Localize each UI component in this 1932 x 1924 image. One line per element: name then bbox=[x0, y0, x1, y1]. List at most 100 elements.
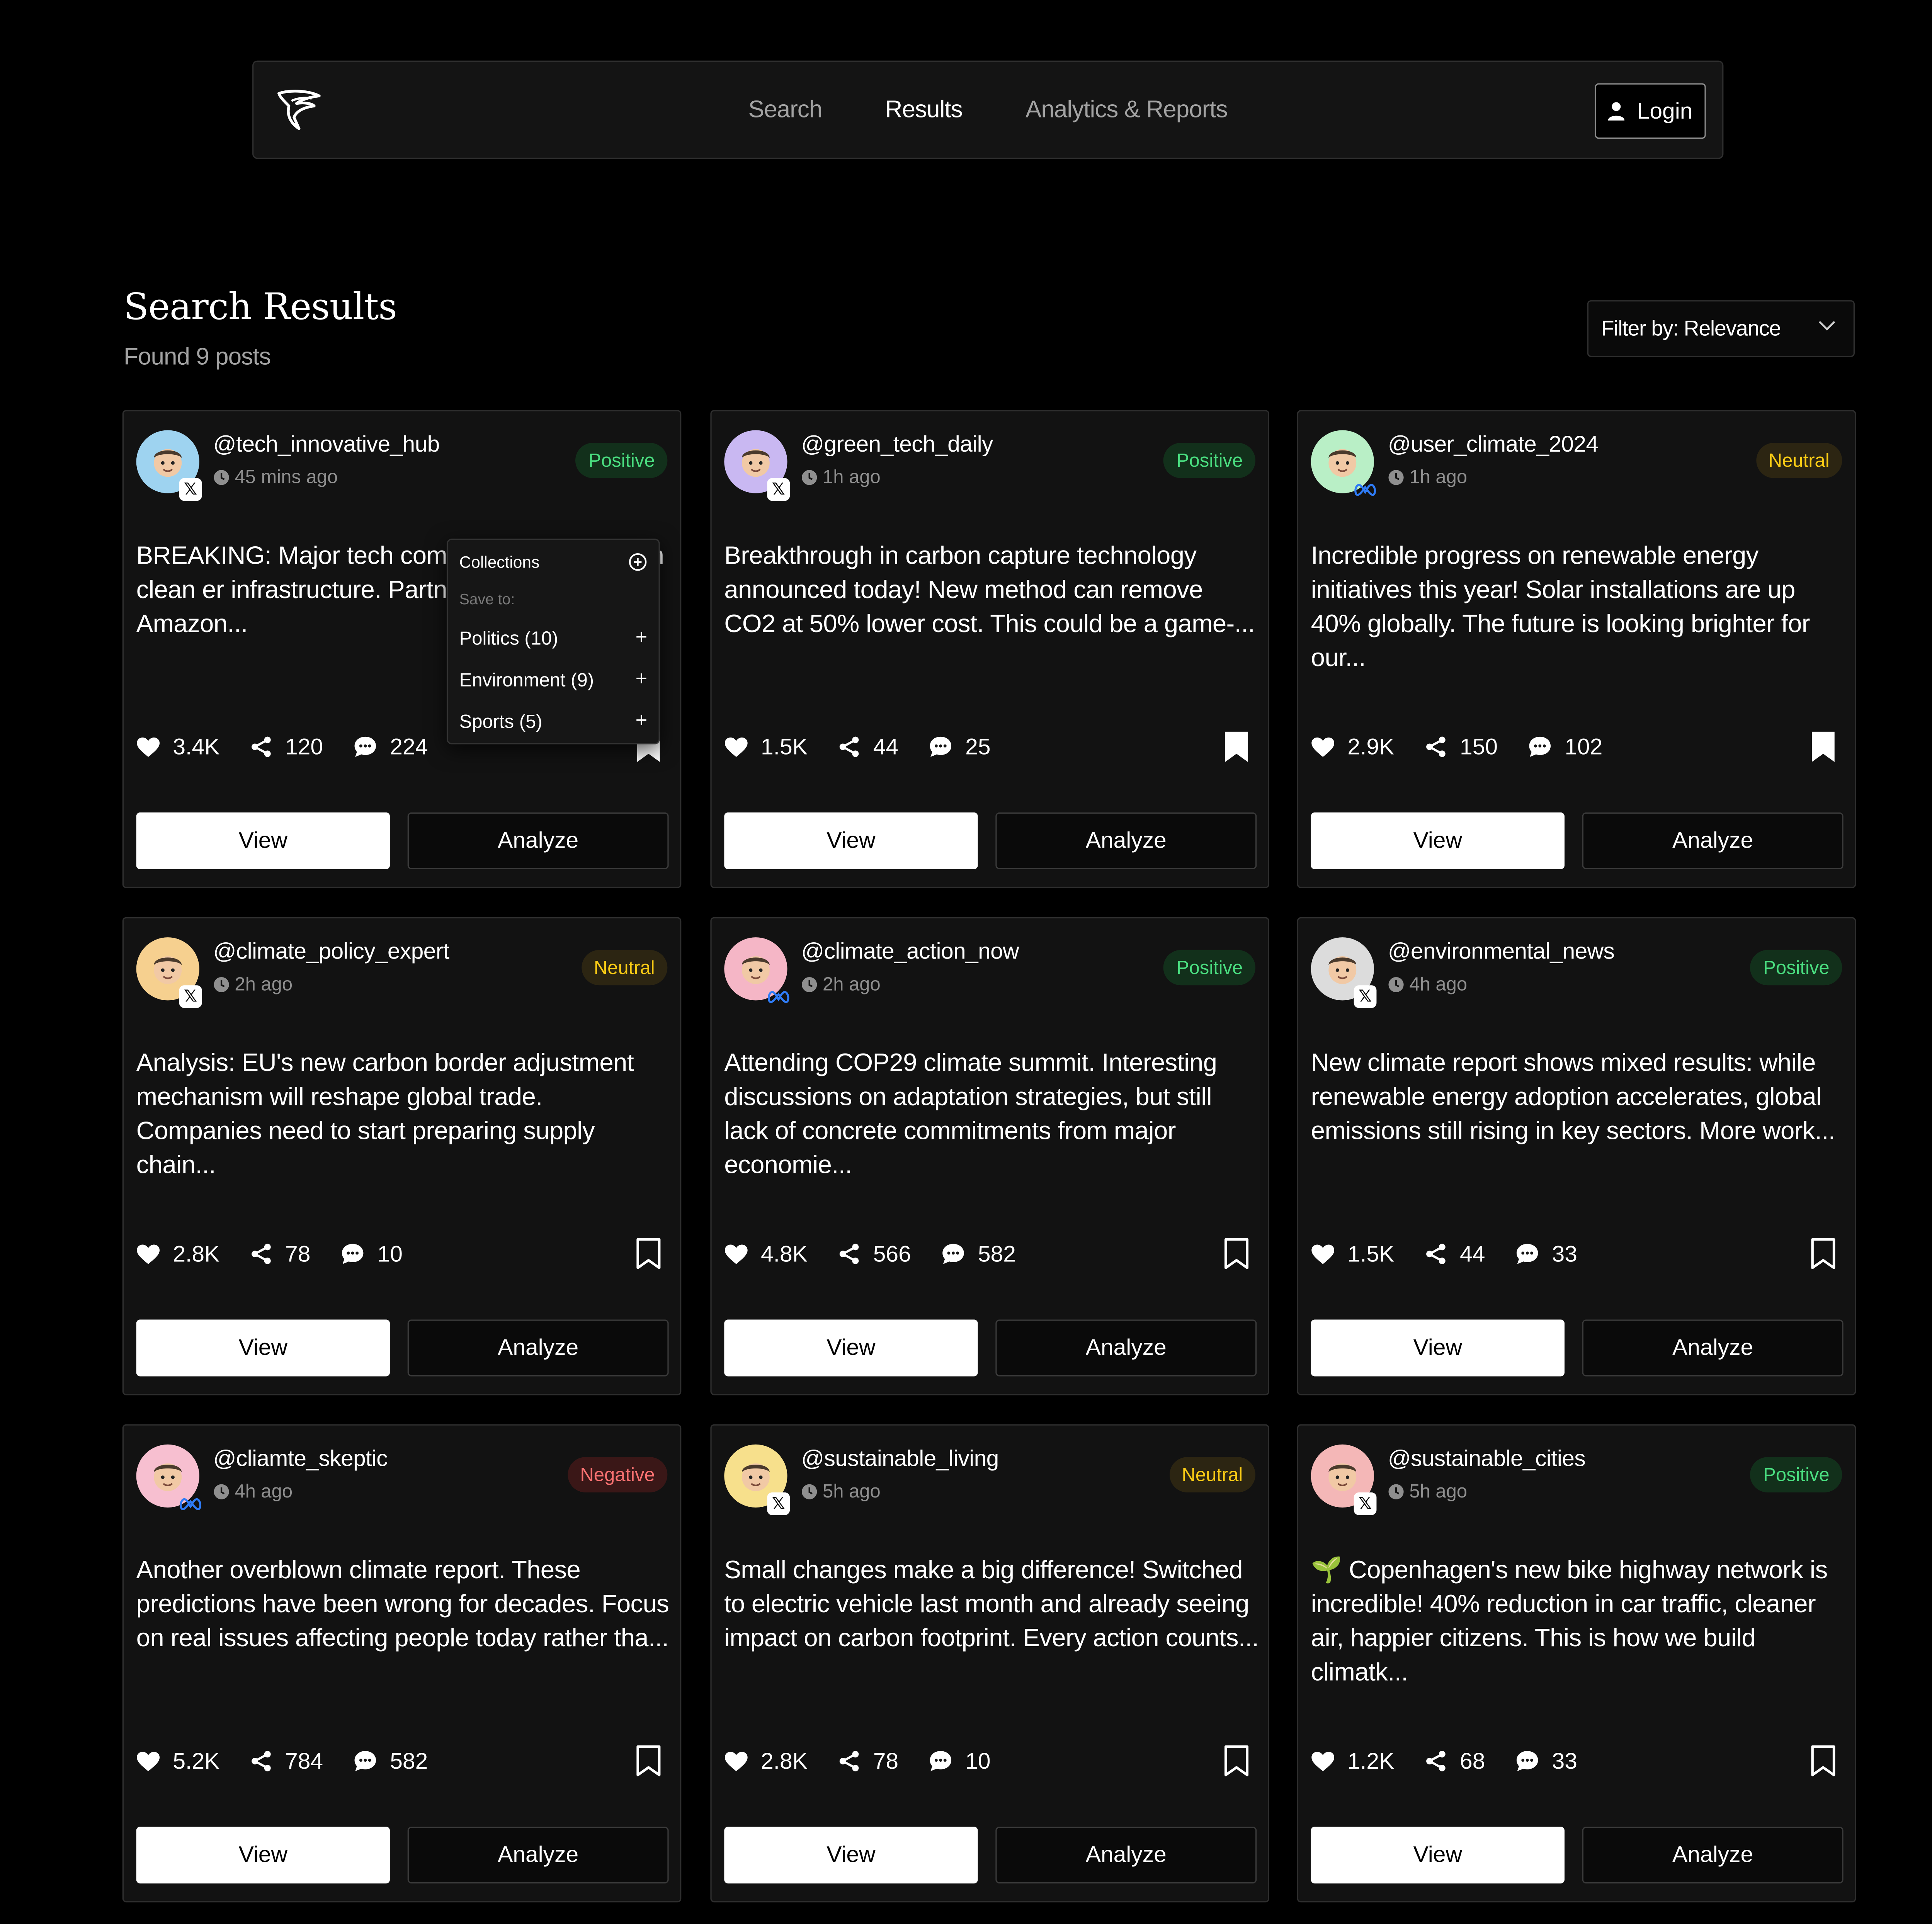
view-button[interactable]: View bbox=[136, 1319, 390, 1377]
share-icon bbox=[252, 1244, 271, 1265]
analyze-button[interactable]: Analyze bbox=[1582, 812, 1844, 869]
app-root: Search Results Analytics & Reports Login… bbox=[0, 0, 1932, 1924]
heart-icon bbox=[724, 1244, 748, 1264]
post-handle[interactable]: @user_climate_2024 bbox=[1388, 432, 1599, 458]
likes-stat: 2.8K bbox=[136, 1241, 219, 1267]
post-handle[interactable]: @climate_policy_expert bbox=[213, 938, 449, 965]
post-stats: 1.2K 68 33 bbox=[1311, 1745, 1608, 1778]
add-collection-icon[interactable] bbox=[628, 552, 647, 571]
analyze-button[interactable]: Analyze bbox=[995, 1827, 1257, 1884]
post-handle[interactable]: @green_tech_daily bbox=[801, 432, 993, 458]
comments-count: 25 bbox=[965, 733, 991, 759]
post-stats: 4.8K 566 582 bbox=[724, 1237, 1046, 1270]
bookmark-icon[interactable] bbox=[1809, 1745, 1837, 1778]
collection-item-label: Politics (10) bbox=[459, 627, 558, 649]
post-time: 5h ago bbox=[1388, 1481, 1467, 1502]
post-handle[interactable]: @cliamte_skeptic bbox=[213, 1446, 388, 1472]
filter-dropdown[interactable]: Filter by: Relevance bbox=[1587, 300, 1855, 357]
comment-icon bbox=[930, 736, 952, 757]
post-card: 𝕏 @climate_policy_expert 2h ago Neutral … bbox=[122, 917, 682, 1395]
user-icon bbox=[1609, 102, 1625, 121]
post-text: New climate report shows mixed results: … bbox=[1311, 1049, 1835, 1146]
results-count: Found 9 posts bbox=[123, 344, 271, 371]
post-time: 1h ago bbox=[801, 467, 881, 488]
analyze-button[interactable]: Analyze bbox=[995, 1319, 1257, 1377]
popup-save-to-label: Save to: bbox=[459, 590, 515, 608]
analyze-button[interactable]: Analyze bbox=[1582, 1827, 1844, 1884]
comment-icon bbox=[354, 1751, 376, 1771]
plus-icon: + bbox=[635, 710, 648, 732]
sentiment-badge: Positive bbox=[1164, 950, 1255, 986]
bookmark-icon[interactable] bbox=[634, 1745, 662, 1778]
post-time: 5h ago bbox=[801, 1481, 881, 1502]
analyze-button[interactable]: Analyze bbox=[1582, 1319, 1844, 1377]
view-button[interactable]: View bbox=[1311, 1319, 1565, 1377]
post-text: Incredible progress on renewable energy … bbox=[1311, 542, 1810, 673]
post-handle[interactable]: @sustainable_cities bbox=[1388, 1446, 1586, 1472]
bookmark-filled-icon[interactable] bbox=[1809, 731, 1837, 763]
heart-icon bbox=[137, 737, 160, 756]
analyze-button[interactable]: Analyze bbox=[407, 812, 669, 869]
view-button[interactable]: View bbox=[724, 1319, 978, 1377]
share-icon bbox=[1426, 736, 1446, 757]
shares-stat: 784 bbox=[250, 1748, 323, 1774]
shares-stat: 44 bbox=[838, 734, 898, 760]
share-icon bbox=[839, 736, 859, 757]
view-button[interactable]: View bbox=[724, 1827, 978, 1884]
post-card: 𝕏 @sustainable_cities 5h ago Positive 🌱 … bbox=[1297, 1424, 1856, 1903]
collection-item-sports[interactable]: Sports (5) + bbox=[459, 708, 648, 736]
post-handle[interactable]: @climate_action_now bbox=[801, 938, 1019, 965]
post-time: 2h ago bbox=[801, 974, 881, 995]
comments-stat: 33 bbox=[1515, 1748, 1577, 1774]
login-button[interactable]: Login bbox=[1595, 83, 1706, 139]
post-handle[interactable]: @environmental_news bbox=[1388, 938, 1615, 965]
bookmark-icon[interactable] bbox=[1223, 1745, 1250, 1778]
bookmark-filled-icon[interactable] bbox=[1223, 731, 1250, 763]
collection-item-politics[interactable]: Politics (10) + bbox=[459, 624, 648, 652]
view-button[interactable]: View bbox=[724, 812, 978, 869]
page-title: Search Results bbox=[123, 285, 397, 328]
sentiment-badge: Positive bbox=[1750, 1457, 1842, 1492]
analyze-button[interactable]: Analyze bbox=[407, 1319, 669, 1377]
login-label: Login bbox=[1637, 98, 1693, 123]
view-button[interactable]: View bbox=[1311, 812, 1565, 869]
view-button[interactable]: View bbox=[136, 1827, 390, 1884]
analyze-button[interactable]: Analyze bbox=[995, 812, 1257, 869]
comments-count: 582 bbox=[978, 1241, 1016, 1266]
comment-icon bbox=[342, 1244, 364, 1264]
post-time: 4h ago bbox=[213, 1481, 293, 1502]
bookmark-icon[interactable] bbox=[1223, 1237, 1250, 1270]
collection-item-label: Sports (5) bbox=[459, 710, 543, 733]
view-button[interactable]: View bbox=[136, 812, 390, 869]
shares-count: 44 bbox=[1460, 1241, 1485, 1266]
post-text: Another overblown climate report. These … bbox=[136, 1557, 669, 1653]
likes-stat: 1.5K bbox=[1311, 1241, 1394, 1267]
plus-icon: + bbox=[635, 627, 648, 649]
clock-icon bbox=[214, 470, 229, 485]
collections-popup: Collections Save to: Politics (10) + Envi… bbox=[446, 539, 660, 744]
heart-icon bbox=[137, 1244, 160, 1264]
nav-link-search[interactable]: Search bbox=[748, 97, 823, 125]
bookmark-icon[interactable] bbox=[634, 1237, 662, 1270]
collection-item-environment[interactable]: Environment (9) + bbox=[459, 666, 648, 694]
nav-link-results[interactable]: Results bbox=[885, 97, 963, 125]
nav-link-analytics[interactable]: Analytics & Reports bbox=[1026, 97, 1228, 125]
shares-count: 68 bbox=[1460, 1748, 1485, 1773]
bookmark-icon[interactable] bbox=[1809, 1237, 1837, 1270]
comments-count: 224 bbox=[390, 733, 428, 759]
post-stats: 3.4K 120 224 bbox=[136, 731, 458, 763]
comments-count: 33 bbox=[1552, 1748, 1577, 1773]
heart-icon bbox=[1311, 737, 1335, 756]
likes-count: 3.4K bbox=[173, 733, 220, 759]
share-icon bbox=[839, 1751, 859, 1771]
comments-count: 10 bbox=[965, 1748, 991, 1773]
view-button[interactable]: View bbox=[1311, 1827, 1565, 1884]
filter-label: Filter by: Relevance bbox=[1601, 316, 1781, 340]
clock-icon bbox=[214, 977, 229, 993]
post-time-label: 1h ago bbox=[1409, 467, 1468, 488]
post-time: 1h ago bbox=[1388, 467, 1467, 488]
x-logo-icon: 𝕏 bbox=[767, 1492, 790, 1515]
post-handle[interactable]: @sustainable_living bbox=[801, 1446, 999, 1472]
analyze-button[interactable]: Analyze bbox=[407, 1827, 669, 1884]
post-handle[interactable]: @tech_innovative_hub bbox=[213, 432, 440, 458]
